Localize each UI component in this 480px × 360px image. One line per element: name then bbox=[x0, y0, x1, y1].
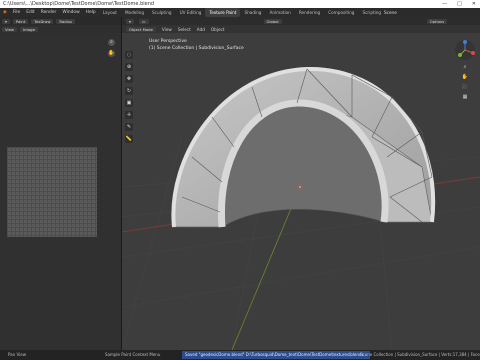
tab-animation[interactable]: Animation bbox=[265, 8, 294, 17]
viewport-subheader: Object Mode View Select Add Object bbox=[122, 25, 480, 33]
view-menu[interactable]: View bbox=[2, 26, 18, 32]
radius-chip[interactable]: Radius bbox=[56, 18, 76, 24]
image-editor-nav: ⌕ ✋ bbox=[108, 39, 115, 57]
viewport-scene bbox=[122, 66, 480, 350]
menu-select[interactable]: Select bbox=[178, 27, 191, 32]
close-button[interactable]: ✕ bbox=[472, 0, 476, 8]
3d-viewport[interactable]: ▾ ▭ Global Options Object Mode View Sele… bbox=[122, 17, 480, 350]
axis-gizmo-icon[interactable] bbox=[454, 39, 476, 61]
editor-type-dropdown-3d[interactable]: ▾ bbox=[126, 18, 134, 24]
menu-edit[interactable]: Edit bbox=[23, 8, 38, 17]
menu-view[interactable]: View bbox=[162, 27, 172, 32]
image-menu[interactable]: Image bbox=[20, 26, 38, 32]
menu-file[interactable]: File bbox=[10, 8, 23, 17]
view-perspective-label: User Perspective bbox=[149, 39, 187, 44]
menu-help[interactable]: Help bbox=[83, 8, 99, 17]
zoom-view-icon[interactable]: ⌕ bbox=[462, 64, 469, 71]
image-editor-pane: ▾ Paint TexDraw Radius View Image ⌕ ✋ bbox=[0, 17, 122, 350]
viewport-header: ▾ ▭ Global Options bbox=[122, 17, 480, 25]
cursor-icon[interactable]: ⊕ bbox=[125, 63, 133, 71]
tab-texture-paint[interactable]: Texture Paint bbox=[205, 8, 241, 17]
rotate-icon[interactable]: ↻ bbox=[125, 87, 133, 95]
status-right: Scene Collection | Subdivision_Surface |… bbox=[360, 352, 480, 357]
tab-compositing[interactable]: Compositing bbox=[324, 8, 358, 17]
image-editor-header: ▾ Paint TexDraw Radius bbox=[0, 17, 121, 25]
editor-type-dropdown[interactable]: ▾ bbox=[2, 18, 10, 24]
status-middle: Sample Paint Context Menu bbox=[105, 352, 161, 357]
menu-add[interactable]: Add bbox=[197, 27, 205, 32]
annotate-icon[interactable]: ✎ bbox=[125, 123, 133, 131]
transform-icon[interactable]: ✛ bbox=[125, 111, 133, 119]
maximize-button[interactable]: □ bbox=[457, 0, 462, 8]
tab-sculpting[interactable]: Sculpting bbox=[148, 8, 176, 17]
status-message: Saved "geodesicDome.blend" D:\Turbosquid… bbox=[182, 351, 371, 359]
paint-mode-chip[interactable]: Paint bbox=[12, 18, 29, 24]
tab-layout[interactable]: Layout bbox=[99, 8, 121, 17]
select-tool-icon[interactable]: ▭ bbox=[138, 18, 149, 24]
scale-icon[interactable]: ▣ bbox=[125, 99, 133, 107]
blender-logo-icon[interactable]: ◉ bbox=[0, 8, 10, 17]
active-object-label: (1) Scene Collection | Subdivision_Surfa… bbox=[149, 46, 244, 51]
grid-icon[interactable]: ▦ bbox=[462, 94, 469, 101]
window-controls: — □ ✕ bbox=[442, 0, 476, 8]
zoom-icon[interactable]: ⌕ bbox=[108, 39, 115, 46]
tab-scripting[interactable]: Scripting bbox=[358, 8, 385, 17]
top-menu-bar: ◉ File Edit Render Window Help Layout Mo… bbox=[0, 8, 480, 17]
mode-selector[interactable]: Object Mode bbox=[126, 26, 156, 32]
minimize-button[interactable]: — bbox=[442, 0, 447, 8]
texture-canvas[interactable] bbox=[7, 147, 97, 237]
scene-selector[interactable]: Scene bbox=[384, 8, 397, 17]
navigation-gizmo: ⌕ ✋ 🎥 ▦ bbox=[454, 39, 476, 101]
pan-view-icon[interactable]: ✋ bbox=[462, 74, 469, 81]
pan-hand-icon[interactable]: ✋ bbox=[108, 50, 115, 57]
status-left: Pan View bbox=[8, 352, 26, 357]
brush-chip[interactable]: TexDraw bbox=[31, 18, 54, 24]
menu-window[interactable]: Window bbox=[59, 8, 82, 17]
move-icon[interactable]: ✥ bbox=[125, 75, 133, 83]
menu-object[interactable]: Object bbox=[211, 27, 225, 32]
image-editor-subheader: View Image bbox=[0, 25, 121, 33]
tab-modeling[interactable]: Modeling bbox=[121, 8, 148, 17]
tab-uv-editing[interactable]: UV Editing bbox=[176, 8, 206, 17]
camera-icon[interactable]: 🎥 bbox=[462, 84, 469, 91]
measure-icon[interactable]: 📏 bbox=[125, 135, 133, 143]
tool-shelf: ◌ ⊕ ✥ ↻ ▣ ✛ ✎ 📏 bbox=[125, 51, 133, 143]
tab-shading[interactable]: Shading bbox=[240, 8, 265, 17]
tab-rendering[interactable]: Rendering bbox=[295, 8, 324, 17]
window-title: C:\Users\...\Desktop\Dome\TestDome\Dome\… bbox=[3, 1, 155, 7]
viewport-info: User Perspective (1) Scene Collection | … bbox=[149, 38, 244, 52]
status-bar: Pan View Sample Paint Context Menu Saved… bbox=[0, 350, 480, 360]
menu-render[interactable]: Render bbox=[38, 8, 60, 17]
options-menu[interactable]: Options bbox=[426, 18, 448, 24]
window-titlebar: C:\Users\...\Desktop\Dome\TestDome\Dome\… bbox=[0, 0, 480, 8]
global-orientation[interactable]: Global bbox=[263, 18, 282, 24]
select-box-icon[interactable]: ◌ bbox=[125, 51, 133, 59]
